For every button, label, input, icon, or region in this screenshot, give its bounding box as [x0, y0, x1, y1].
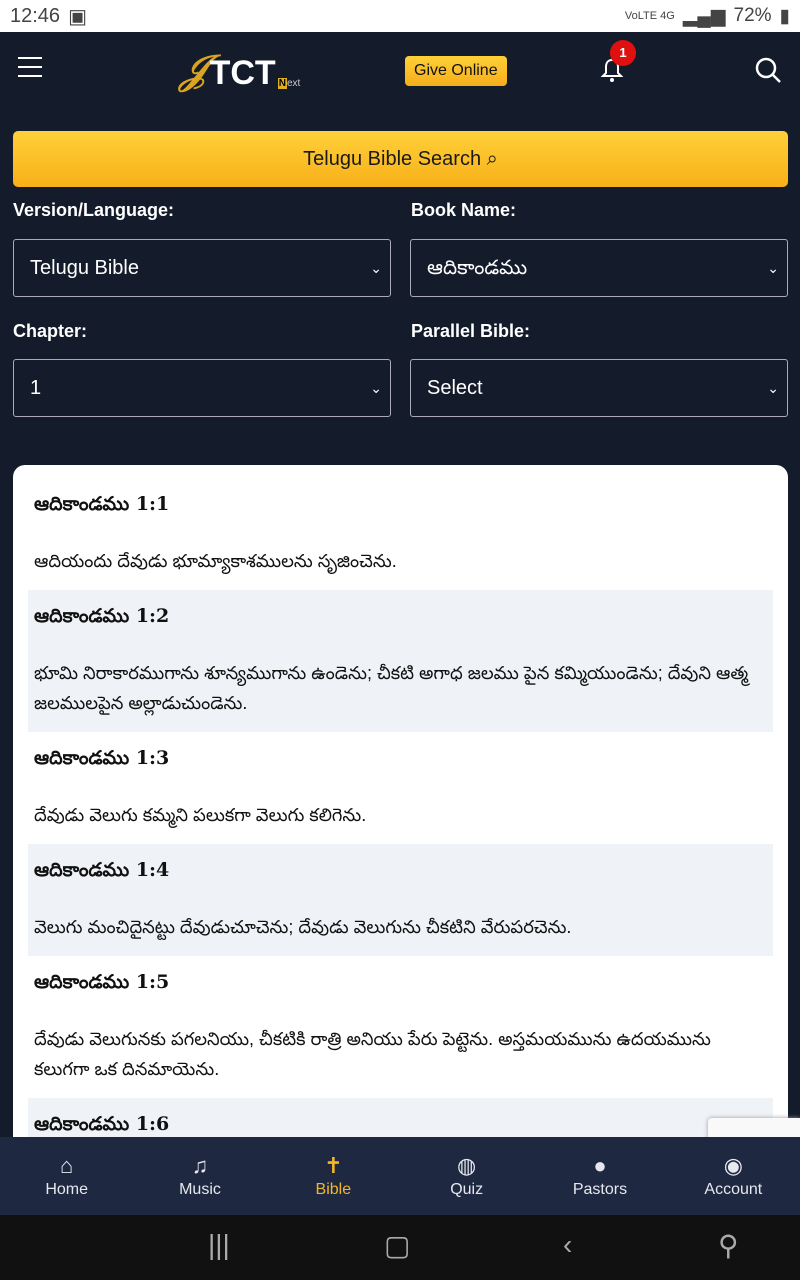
home-button-icon[interactable]: ▢	[384, 1229, 410, 1262]
book-label: Book Name:	[411, 200, 517, 220]
home-icon: ⌂	[60, 1153, 74, 1178]
music-icon: ♫	[191, 1153, 209, 1178]
telugu-bible-search-button[interactable]: Telugu Bible Search ⌕	[13, 131, 788, 187]
menu-icon[interactable]	[18, 57, 42, 84]
book-select[interactable]: ఆదికాండము ⌄	[410, 239, 788, 297]
parallel-label: Parallel Bible:	[411, 321, 531, 341]
nav-quiz[interactable]: ◍ Quiz	[400, 1137, 533, 1215]
search-icon: ⌕	[486, 148, 498, 170]
nav-account[interactable]: ◉ Account	[667, 1137, 800, 1215]
gallery-icon: ▣	[68, 5, 87, 28]
status-bar: 12:46 ▣ VoLTE 4G ▂▄▆ 72% ▮	[0, 0, 800, 32]
system-nav-bar: ||| ▢ ‹ ⚲	[0, 1215, 800, 1280]
verse-ref: ఆదికాండము 1:3	[34, 747, 170, 769]
battery-level: 72%	[733, 5, 772, 26]
app-header: 𝒥 TCT Next Give Online 1	[0, 32, 800, 108]
chevron-down-icon: ⌄	[767, 380, 779, 396]
recents-icon[interactable]: |||	[208, 1229, 230, 1261]
verse-ref: ఆదికాండము 1:5	[34, 971, 170, 993]
logo[interactable]: 𝒥 TCT Next	[180, 48, 300, 93]
version-select[interactable]: Telugu Bible ⌄	[13, 239, 391, 297]
account-icon: ◉	[723, 1153, 743, 1178]
verse-row: ఆదికాండము 1:2 భూమి నిరాకారముగాను శూన్యముగ…	[28, 590, 773, 732]
verse-text: దేవుడు వెలుగు కమ్మని పలుకగా వెలుగు కలిగె…	[34, 805, 367, 825]
verse-row: ఆదికాండము 1:5 దేవుడు వెలుగునకు పగలనియు, చ…	[28, 956, 773, 1098]
nav-bible[interactable]: ✝ Bible	[267, 1137, 400, 1215]
bottom-nav: ⌂ Home ♫ Music ✝ Bible ◍ Quiz ● Pastors ◉ Acco…	[0, 1137, 800, 1215]
battery-icon: ▮	[779, 5, 790, 27]
clock: 12:46	[10, 4, 61, 27]
verse-text: భూమి నిరాకారముగాను శూన్యముగాను ఉండెను; చ…	[34, 663, 749, 713]
chapter-select[interactable]: 1 ⌄	[13, 359, 391, 417]
chevron-down-icon: ⌄	[767, 260, 779, 276]
nav-music[interactable]: ♫ Music	[133, 1137, 266, 1215]
verse-text: దేవుడు వెలుగునకు పగలనియు, చీకటికి రాత్రి…	[34, 1029, 711, 1079]
globe-icon: ◍	[457, 1153, 477, 1178]
verse-text: వెలుగు మంచిదైనట్టు దేవుడుచూచెను; దేవుడు …	[34, 917, 572, 937]
nav-pastors[interactable]: ● Pastors	[533, 1137, 666, 1215]
accessibility-icon[interactable]: ⚲	[718, 1229, 739, 1262]
search-icon[interactable]	[754, 56, 782, 89]
nav-home[interactable]: ⌂ Home	[0, 1137, 133, 1215]
verse-ref: ఆదికాండము 1:1	[34, 493, 170, 515]
verse-ref: ఆదికాండము 1:2	[34, 605, 170, 627]
verse-ref: ఆదికాండము 1:4	[34, 859, 170, 881]
verse-row: ఆదికాండము 1:1 ఆదియందు దేవుడు భూమ్యాకాశముల…	[28, 478, 773, 590]
person-icon: ●	[593, 1153, 607, 1178]
version-label: Version/Language:	[13, 200, 175, 220]
chevron-down-icon: ⌄	[370, 260, 382, 276]
network-indicator: VoLTE 4G	[624, 10, 675, 22]
verse-text: ఆదియందు దేవుడు భూమ్యాకాశములను సృజించెను.	[34, 551, 397, 571]
notification-badge: 1	[610, 40, 636, 66]
signal-icon: ▂▄▆	[682, 5, 726, 27]
chevron-down-icon: ⌄	[370, 380, 382, 396]
verse-row: ఆదికాండము 1:3 దేవుడు వెలుగు కమ్మని పలుకగా…	[28, 732, 773, 844]
parallel-select[interactable]: Select ⌄	[410, 359, 788, 417]
bible-icon: ✝	[324, 1153, 343, 1178]
verse-row: ఆదికాండము 1:4 వెలుగు మంచిదైనట్టు దేవుడుచూ…	[28, 844, 773, 956]
back-icon[interactable]: ‹	[563, 1229, 572, 1261]
chapter-label: Chapter:	[13, 321, 88, 341]
give-online-button[interactable]: Give Online	[405, 56, 507, 86]
verses-list: ఆదికాండము 1:1 ఆదియందు దేవుడు భూమ్యాకాశముల…	[13, 465, 788, 1165]
